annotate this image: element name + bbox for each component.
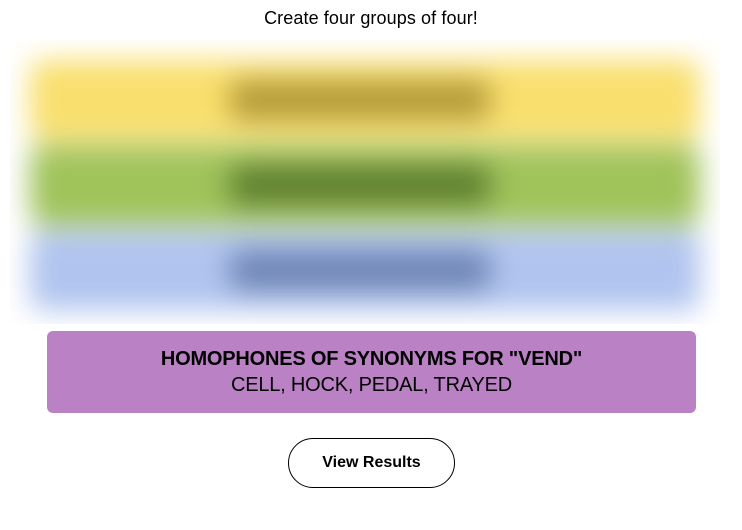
blurred-group-blue <box>30 230 700 310</box>
connections-game-page: Create four groups of four! HOMOPHONES O… <box>0 0 742 530</box>
solved-group-purple: HOMOPHONES OF SYNONYMS FOR "VEND" CELL, … <box>47 331 696 413</box>
blurred-group-yellow <box>30 60 700 140</box>
game-instructions: Create four groups of four! <box>264 8 478 28</box>
solved-group-members: CELL, HOCK, PEDAL, TRAYED <box>230 374 513 396</box>
view-results-button[interactable]: View Results <box>288 438 455 488</box>
solved-group-title: HOMOPHONES OF SYNONYMS FOR "VEND" <box>160 348 583 370</box>
blurred-groups-layer <box>30 40 700 324</box>
blurred-solved-groups <box>10 40 720 324</box>
blurred-group-green <box>30 145 700 225</box>
